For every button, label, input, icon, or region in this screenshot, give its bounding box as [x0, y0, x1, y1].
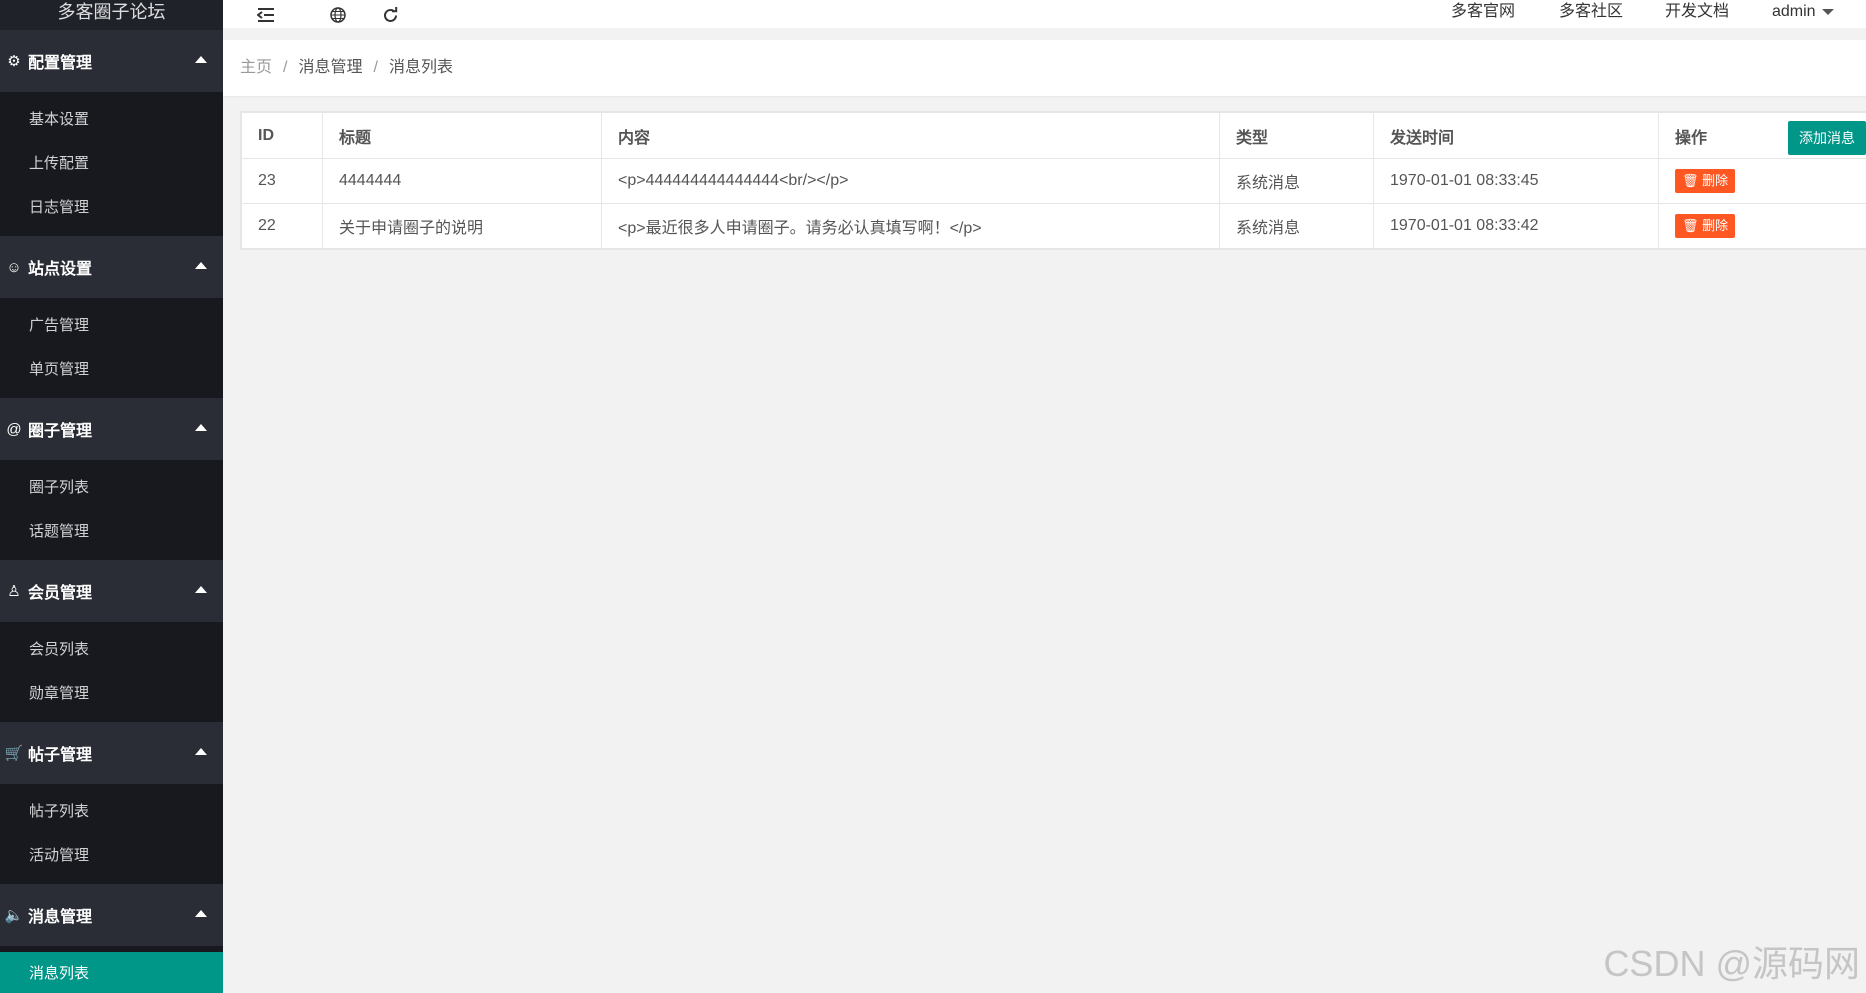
caret-up-icon [195, 424, 207, 431]
message-table: ID 标题 内容 类型 发送时间 操作 添加消息 23 4444444 <p>4… [241, 112, 1866, 249]
cell-type: 系统消息 [1219, 203, 1374, 249]
breadcrumb-section[interactable]: 消息管理 [298, 59, 362, 76]
sidebar-item-events[interactable]: 活动管理 [0, 834, 223, 878]
sidebar-group-label: 圈子管理 [28, 423, 93, 440]
cell-title: 4444444 [322, 158, 602, 204]
smile-icon: ☺ [6, 258, 22, 276]
delete-label: 删除 [1702, 218, 1729, 233]
sidebar-item-basic-settings[interactable]: 基本设置 [0, 98, 223, 142]
sidebar-item-topics[interactable]: 话题管理 [0, 510, 223, 554]
table-row: 22 关于申请圈子的说明 <p>最近很多人申请圈子。请务必认真填写啊！</p> … [241, 203, 1866, 249]
sidebar-item-medals[interactable]: 勋章管理 [0, 672, 223, 716]
column-header-type: 类型 [1219, 112, 1374, 159]
link-official-site[interactable]: 多客官网 [1451, 0, 1515, 24]
sidebar-group-label: 站点设置 [28, 261, 93, 278]
sidebar-group-label: 会员管理 [28, 585, 93, 602]
link-dev-docs[interactable]: 开发文档 [1665, 0, 1729, 24]
caret-up-icon [195, 586, 207, 593]
sidebar-group-head-post[interactable]: 🛒 帖子管理 [0, 722, 223, 784]
sidebar-group-head-site[interactable]: ☺ 站点设置 [0, 236, 223, 298]
user-menu[interactable]: admin [1772, 0, 1834, 24]
sidebar-group-label: 配置管理 [28, 55, 93, 72]
column-header-id: ID [241, 112, 323, 159]
speaker-icon: 🔈 [4, 907, 24, 924]
sidebar-group-site: ☺ 站点设置 广告管理 单页管理 [0, 236, 223, 398]
gear-icon: ⚙ [7, 53, 21, 70]
cell-title: 关于申请圈子的说明 [322, 203, 602, 249]
sidebar: 多客圈子论坛 ⚙ 配置管理 基本设置 上传配置 日志管理 ☺ 站点设置 广告管理… [0, 0, 223, 993]
delete-button[interactable]: 🗑 删除 [1675, 214, 1736, 238]
sidebar-item-message-list[interactable]: 消息列表 [0, 952, 223, 993]
sidebar-item-circle-list[interactable]: 圈子列表 [0, 466, 223, 510]
sidebar-group-label: 消息管理 [28, 909, 93, 926]
caret-up-icon [195, 910, 207, 917]
column-header-title: 标题 [322, 112, 602, 159]
user-name: admin [1772, 3, 1816, 20]
trash-icon: 🗑 [1682, 218, 1699, 233]
cell-content: <p>444444444444444<br/></p> [601, 158, 1220, 204]
breadcrumb-separator: / [283, 59, 288, 76]
menu-collapse-icon[interactable] [255, 4, 277, 26]
table-row: 23 4444444 <p>444444444444444<br/></p> 系… [241, 158, 1866, 204]
sidebar-group-circle: @ 圈子管理 圈子列表 话题管理 [0, 398, 223, 560]
sidebar-group-head-circle[interactable]: @ 圈子管理 [0, 398, 223, 460]
caret-up-icon [195, 56, 207, 63]
message-table-panel: ID 标题 内容 类型 发送时间 操作 添加消息 23 4444444 <p>4… [240, 111, 1866, 250]
breadcrumb-separator: / [373, 59, 378, 76]
globe-icon[interactable] [327, 4, 349, 26]
user-icon: ♙ [7, 583, 21, 600]
column-header-actions-label: 操作 [1675, 129, 1708, 147]
cell-id: 23 [241, 158, 323, 204]
sidebar-group-head-config[interactable]: ⚙ 配置管理 [0, 30, 223, 92]
table-header-row: ID 标题 内容 类型 发送时间 操作 添加消息 [241, 112, 1866, 159]
sidebar-group-config: ⚙ 配置管理 基本设置 上传配置 日志管理 [0, 30, 223, 236]
sidebar-item-member-list[interactable]: 会员列表 [0, 628, 223, 672]
link-community[interactable]: 多客社区 [1559, 0, 1623, 24]
cell-time: 1970-01-01 08:33:45 [1373, 158, 1659, 204]
sidebar-group-head-member[interactable]: ♙ 会员管理 [0, 560, 223, 622]
sidebar-group-post: 🛒 帖子管理 帖子列表 活动管理 [0, 722, 223, 884]
caret-up-icon [195, 748, 207, 755]
sidebar-group-head-message[interactable]: 🔈 消息管理 [0, 884, 223, 946]
top-header: 多客官网 多客社区 开发文档 admin [223, 0, 1866, 28]
watermark: CSDN @源码网 [1603, 943, 1860, 984]
breadcrumb-current: 消息列表 [388, 59, 453, 76]
at-icon: @ [6, 420, 22, 438]
sidebar-group-member: ♙ 会员管理 会员列表 勋章管理 [0, 560, 223, 722]
sidebar-item-upload-config[interactable]: 上传配置 [0, 142, 223, 186]
delete-button[interactable]: 🗑 删除 [1675, 169, 1736, 193]
cart-icon: 🛒 [4, 745, 24, 762]
caret-up-icon [195, 262, 207, 269]
sidebar-item-ads[interactable]: 广告管理 [0, 304, 223, 348]
sidebar-item-pages[interactable]: 单页管理 [0, 348, 223, 392]
cell-time: 1970-01-01 08:33:42 [1373, 203, 1659, 249]
cell-actions: 🗑 删除 [1658, 158, 1866, 204]
cell-type: 系统消息 [1219, 158, 1374, 204]
sidebar-group-label: 帖子管理 [28, 747, 93, 764]
breadcrumb-home[interactable]: 主页 [240, 59, 272, 76]
column-header-content: 内容 [601, 112, 1220, 159]
refresh-icon[interactable] [379, 4, 401, 26]
column-header-time: 发送时间 [1373, 112, 1659, 159]
cell-content: <p>最近很多人申请圈子。请务必认真填写啊！</p> [601, 203, 1220, 249]
trash-icon: 🗑 [1682, 173, 1699, 188]
cell-actions: 🗑 删除 [1658, 203, 1866, 249]
add-message-button[interactable]: 添加消息 [1788, 121, 1866, 155]
sidebar-item-post-list[interactable]: 帖子列表 [0, 790, 223, 834]
cell-id: 22 [241, 203, 323, 249]
sidebar-item-log-management[interactable]: 日志管理 [0, 186, 223, 230]
brand-title: 多客圈子论坛 [57, 2, 166, 22]
delete-label: 删除 [1702, 173, 1729, 188]
breadcrumb: 主页 / 消息管理 / 消息列表 [223, 40, 1866, 96]
sidebar-group-message: 🔈 消息管理 消息列表 [0, 884, 223, 993]
chevron-down-icon [1821, 8, 1834, 15]
column-header-actions: 操作 添加消息 [1658, 112, 1866, 159]
